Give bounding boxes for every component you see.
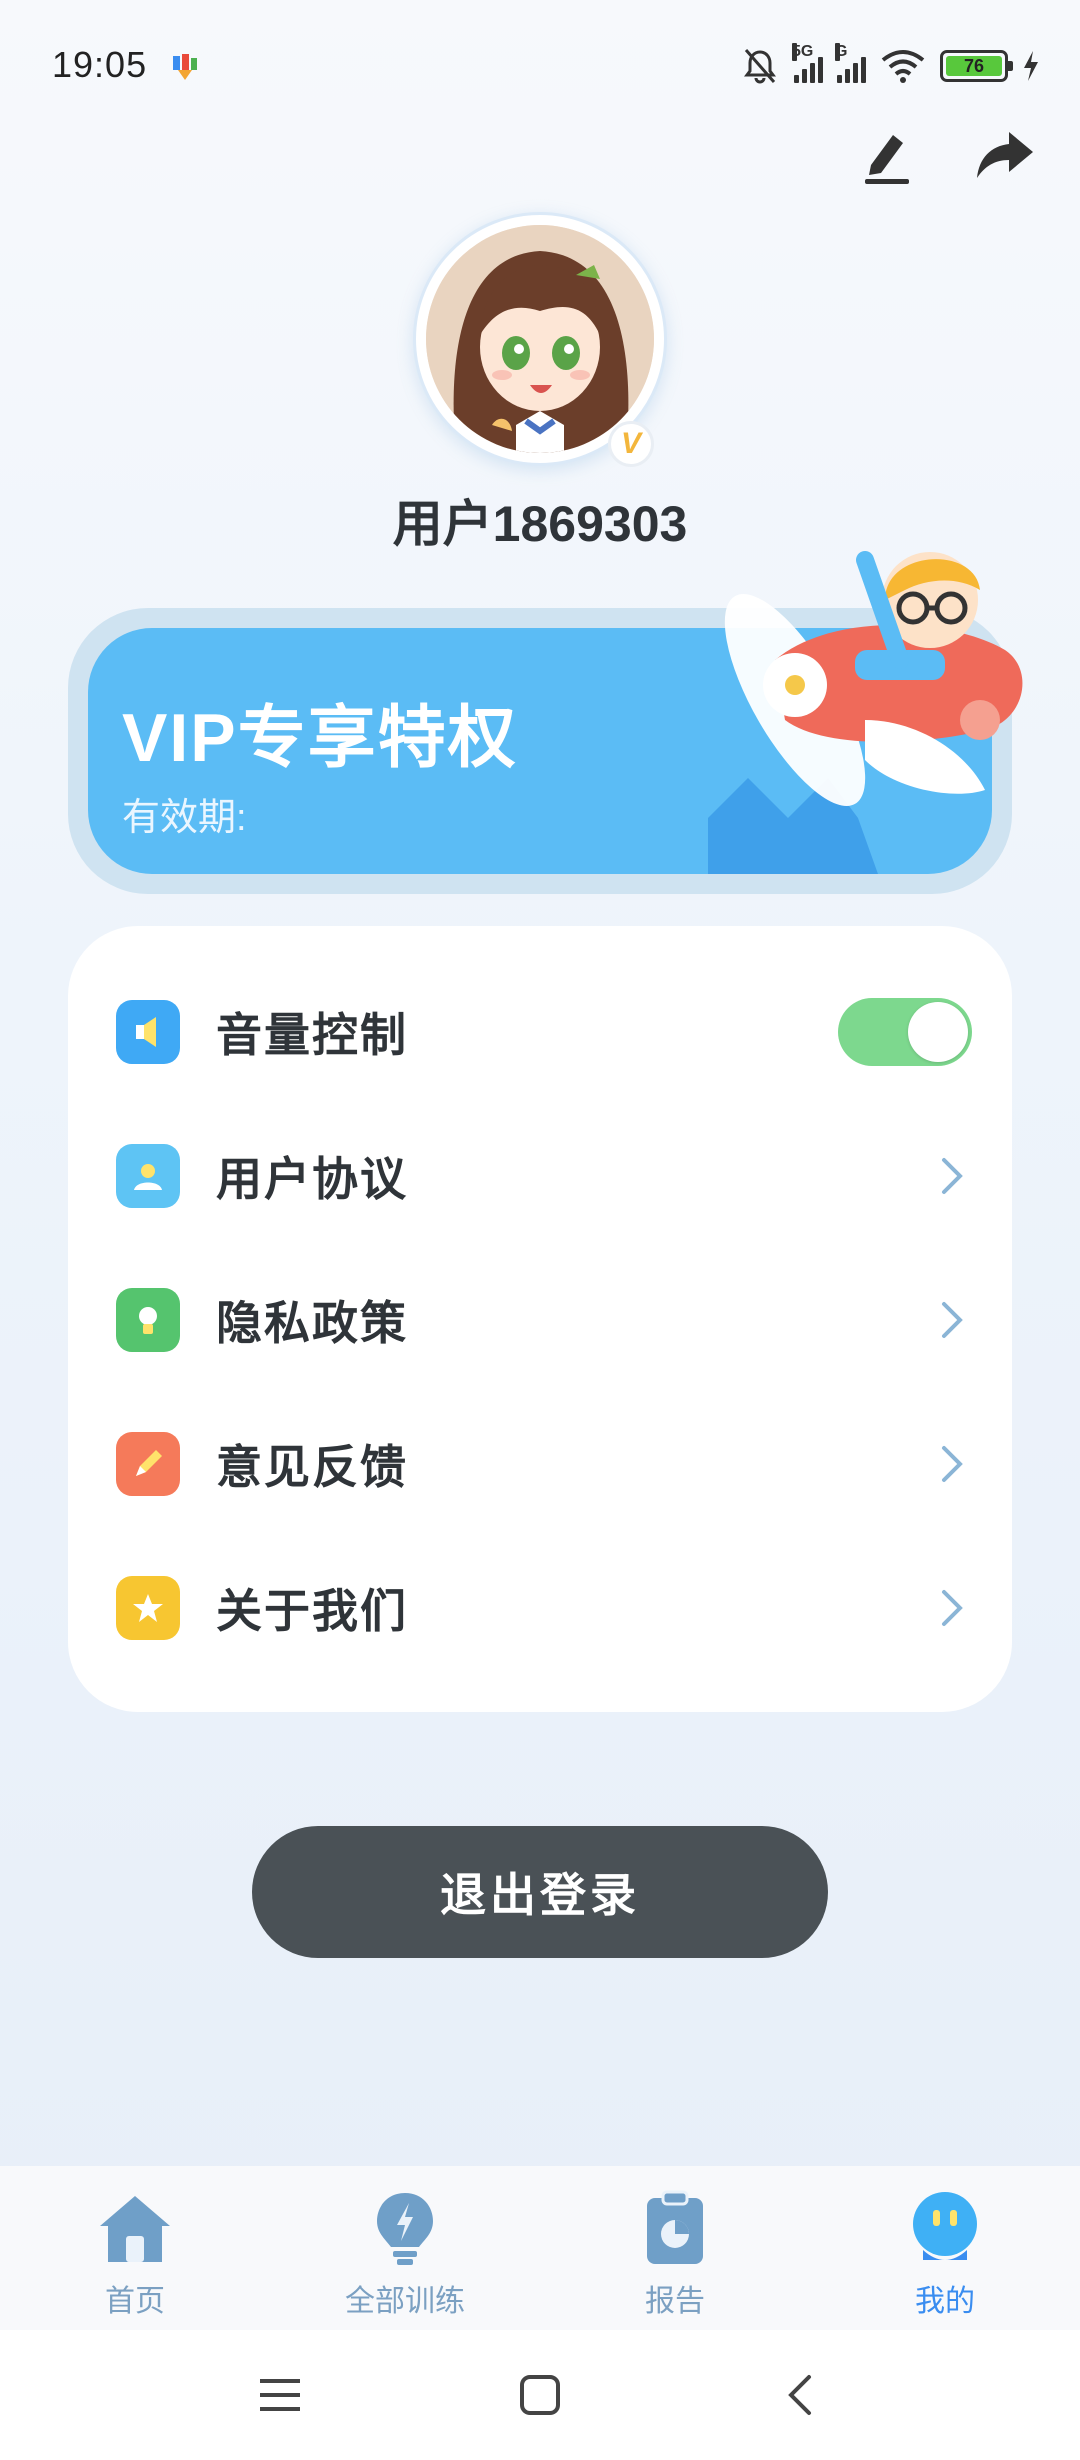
bottom-tab-bar: 首页 全部训练 报告 我的 (0, 2166, 1080, 2330)
signal-icon: 5G (792, 43, 823, 83)
tab-mine[interactable]: 我的 (810, 2166, 1080, 2330)
tab-label-report: 报告 (645, 2285, 705, 2318)
hamburger-icon (260, 2379, 300, 2411)
share-button[interactable] (970, 120, 1040, 190)
tab-all-training[interactable]: 全部训练 (270, 2166, 540, 2330)
menu-label-about-us: 关于我们 (216, 1585, 408, 1637)
chevron-right-icon (932, 1444, 972, 1484)
pencil-icon (116, 1432, 180, 1496)
network-label-1: 5G (792, 43, 814, 61)
app-notification-icon (173, 54, 197, 80)
network-label-2: G (835, 43, 848, 61)
back-nav-button[interactable] (770, 2365, 830, 2425)
settings-menu: 音量控制 用户协议 隐私政策 意见反馈 关于我们 (68, 926, 1012, 1712)
menu-item-feedback[interactable]: 意见反馈 (68, 1392, 1012, 1536)
wifi-icon (881, 50, 925, 83)
square-home-icon (520, 2375, 560, 2415)
menu-label-volume: 音量控制 (216, 1009, 408, 1061)
menu-label-user-agreement: 用户协议 (216, 1153, 408, 1205)
header-actions (852, 120, 1040, 190)
tab-report[interactable]: 报告 (540, 2166, 810, 2330)
menu-label-feedback: 意见反馈 (216, 1441, 408, 1493)
tab-label-all-training: 全部训练 (345, 2285, 465, 2318)
vip-title: VIP专享特权 (122, 700, 518, 776)
back-arrow-icon (788, 2375, 811, 2415)
menu-item-about-us[interactable]: 关于我们 (68, 1536, 1012, 1680)
robot-face-icon (905, 2188, 985, 2268)
airplane-boy-illustration (724, 551, 1023, 807)
toggle-knob (908, 1002, 968, 1062)
tab-label-home: 首页 (105, 2285, 165, 2318)
status-icons: 5G G 76 (740, 43, 1040, 88)
edit-profile-button[interactable] (852, 120, 922, 190)
chevron-right-icon (932, 1588, 972, 1628)
menu-item-privacy-policy[interactable]: 隐私政策 (68, 1248, 1012, 1392)
home-icon (95, 2188, 175, 2268)
volume-toggle[interactable] (838, 998, 972, 1066)
mute-bell-icon (744, 49, 776, 84)
vip-expiry-label: 有效期: (122, 797, 247, 839)
share-icon (977, 132, 1033, 178)
menu-label-privacy-policy: 隐私政策 (216, 1297, 408, 1349)
star-icon (116, 1576, 180, 1640)
system-nav-bar (0, 2330, 1080, 2460)
status-time: 19:05 (52, 44, 148, 85)
home-nav-button[interactable] (510, 2365, 570, 2425)
logout-button[interactable]: 退出登录 (252, 1826, 828, 1958)
menu-item-user-agreement[interactable]: 用户协议 (68, 1104, 1012, 1248)
chevron-right-icon (932, 1300, 972, 1340)
report-clipboard-icon (635, 2188, 715, 2268)
avatar[interactable]: V (413, 212, 667, 467)
tab-label-mine: 我的 (915, 2285, 975, 2318)
avatar-image (426, 225, 654, 453)
status-bar: 19:05 5G G 76 (0, 0, 1080, 120)
chevron-right-icon (932, 1156, 972, 1196)
battery-icon: 76 (940, 50, 1013, 82)
tab-home[interactable]: 首页 (0, 2166, 270, 2330)
user-agreement-icon (116, 1144, 180, 1208)
speaker-icon (116, 1000, 180, 1064)
menu-item-volume[interactable]: 音量控制 (68, 960, 1012, 1104)
lightbulb-icon (116, 1288, 180, 1352)
vip-badge: V (608, 421, 654, 467)
battery-level: 76 (946, 56, 1002, 76)
edit-icon (865, 135, 909, 184)
menu-nav-button[interactable] (250, 2365, 310, 2425)
bulb-bolt-icon (365, 2188, 445, 2268)
charging-icon (1024, 51, 1038, 81)
signal-icon-2: G (835, 43, 866, 83)
